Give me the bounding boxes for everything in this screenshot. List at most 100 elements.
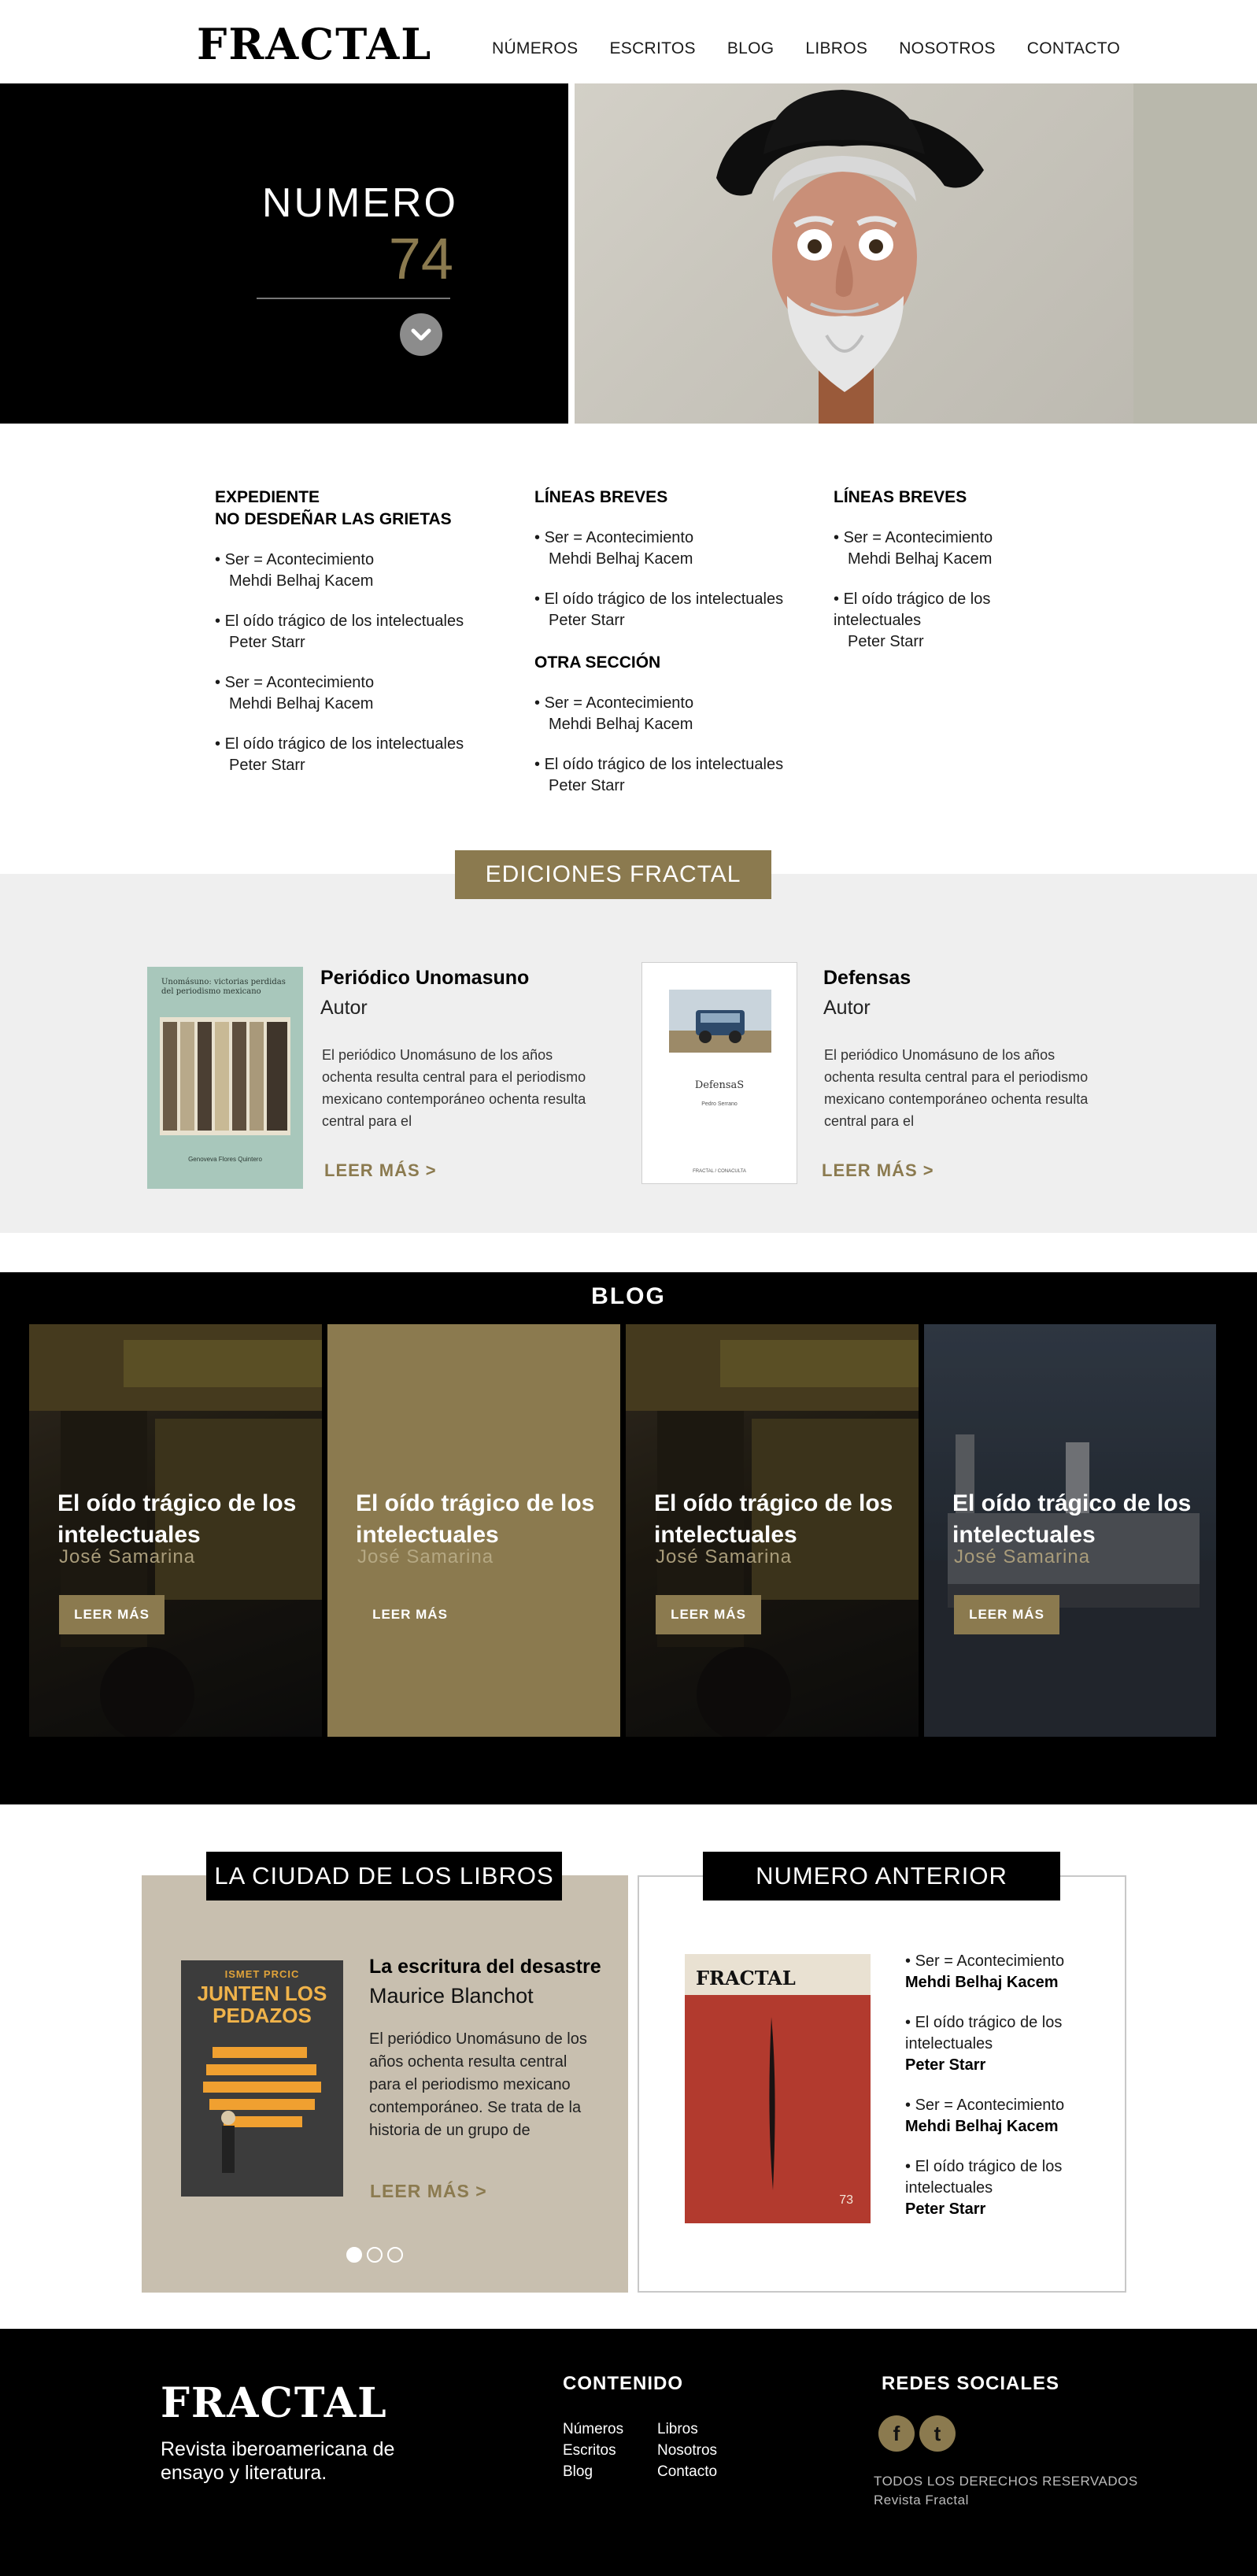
hero-issue-panel: NUMERO 74	[0, 83, 568, 424]
list-item[interactable]: • El oído trágico de los intelectuales Pe…	[534, 589, 834, 631]
item-author: Mehdi Belhaj Kacem	[848, 550, 993, 568]
carousel-dot[interactable]	[367, 2247, 383, 2263]
footer-link-blog[interactable]: Blog	[563, 2461, 593, 2482]
blog-card[interactable]: El oído trágico de los intelectuales Jos…	[626, 1324, 919, 1737]
footer-contenido-heading: CONTENIDO	[563, 2373, 683, 2394]
item-author: Mehdi Belhaj Kacem	[549, 550, 693, 568]
item-title: Ser = Acontecimiento	[224, 551, 375, 568]
item-author: Peter Starr	[229, 634, 305, 651]
list-item[interactable]: • El oído trágico de los intelectuales Pe…	[215, 611, 514, 653]
copyright-line: TODOS LOS DERECHOS RESERVADOS	[874, 2474, 1138, 2489]
issue-index: EXPEDIENTE NO DESDEÑAR LAS GRIETAS • Ser…	[0, 424, 1257, 874]
blog-heading: BLOG	[591, 1283, 666, 1309]
book-description: El periódico Unomásuno de los años ochen…	[322, 1047, 586, 1129]
footer-tagline: Revista iberoamericana de ensayo y liter…	[161, 2438, 395, 2484]
item-author: Peter Starr	[229, 757, 305, 774]
section-heading: EXPEDIENTE	[215, 488, 320, 506]
blog-card[interactable]: El oído trágico de los intelectuales Jos…	[29, 1324, 322, 1737]
list-item[interactable]: • Ser = Acontecimiento Mehdi Belhaj Kacem	[534, 527, 834, 570]
item-title: Ser = Acontecimiento	[224, 674, 375, 691]
item-title: El oído trágico de los intelectuales	[905, 2014, 1063, 2052]
scroll-down-button[interactable]	[400, 313, 442, 356]
book-description: El periódico Unomásuno de los años ochen…	[824, 1047, 1089, 1129]
blog-card[interactable]: El oído trágico de los intelectuales Jos…	[924, 1324, 1216, 1737]
facebook-icon[interactable]: f	[878, 2415, 915, 2452]
footer-link-contacto[interactable]: Contacto	[657, 2461, 717, 2482]
book-author: Autor	[823, 997, 871, 1019]
previous-issue-cover[interactable]: FRACTAL 73	[685, 1954, 871, 2223]
section-subheading: NO DESDEÑAR LAS GRIETAS	[215, 510, 452, 528]
nav-numeros[interactable]: NÚMEROS	[492, 39, 578, 58]
book-title[interactable]: Defensas	[823, 967, 911, 990]
nav-blog[interactable]: BLOG	[727, 39, 775, 58]
read-more-button[interactable]: LEER MÁS	[357, 1595, 463, 1634]
ciudad-heading: LA CIUDAD DE LOS LIBROS	[206, 1852, 562, 1901]
item-author: Mehdi Belhaj Kacem	[905, 2118, 1059, 2135]
list-item[interactable]: • Ser = Acontecimiento Mehdi Belhaj Kacem	[905, 1951, 1110, 1993]
hero-image	[575, 83, 1257, 424]
read-more-button[interactable]: LEER MÁS	[954, 1595, 1059, 1634]
book-title[interactable]: La escritura del desastre	[369, 1956, 601, 1978]
list-item[interactable]: • El oído trágico de los intelectuales Pe…	[905, 2156, 1110, 2220]
item-title: El oído trágico de los intelectuales	[224, 735, 464, 753]
footer-link-numeros[interactable]: Números	[563, 2419, 623, 2440]
list-item[interactable]: • Ser = Acontecimiento Mehdi Belhaj Kacem	[905, 2095, 1110, 2137]
footer-link-libros[interactable]: Libros	[657, 2419, 698, 2440]
index-column-lineas-breves-2: LÍNEAS BREVES • Ser = Acontecimiento Mehd…	[834, 487, 1015, 653]
nav-libros[interactable]: LIBROS	[805, 39, 867, 58]
footer-link-nosotros[interactable]: Nosotros	[657, 2440, 717, 2461]
item-author: Peter Starr	[549, 777, 625, 794]
blog-section: BLOG El oído trágico de los intelectuale…	[0, 1272, 1257, 1804]
list-item[interactable]: • El oído trágico de los intelectuales Pe…	[534, 754, 834, 797]
hero-issue-number: 74	[388, 226, 453, 291]
copyright-line: Revista Fractal	[874, 2493, 969, 2508]
nav-nosotros[interactable]: NOSOTROS	[899, 39, 996, 58]
previous-issue-list: • Ser = Acontecimiento Mehdi Belhaj Kacem…	[905, 1951, 1110, 2239]
item-title: Ser = Acontecimiento	[843, 529, 993, 546]
carousel-dots	[346, 2247, 403, 2263]
logo[interactable]: FRACTAL	[197, 19, 432, 69]
book-cover-junten[interactable]: ISMET PRCIC JUNTEN LOS PEDAZOS	[181, 1960, 343, 2197]
read-more-button[interactable]: LEER MÁS	[656, 1595, 761, 1634]
read-more-button[interactable]: LEER MÁS	[59, 1595, 165, 1634]
nav-contacto[interactable]: CONTACTO	[1027, 39, 1120, 58]
blog-card[interactable]: El oído trágico de los intelectuales Jos…	[327, 1324, 620, 1737]
list-item[interactable]: • Ser = Acontecimiento Mehdi Belhaj Kacem	[534, 693, 834, 735]
list-item[interactable]: • El oído trágico de los intelectuales Pe…	[215, 734, 514, 776]
carousel-dot[interactable]	[346, 2247, 362, 2263]
section-heading: LÍNEAS BREVES	[534, 488, 668, 506]
read-more-link[interactable]: LEER MÁS >	[822, 1160, 934, 1181]
list-item[interactable]: • Ser = Acontecimiento Mehdi Belhaj Kacem	[834, 527, 1015, 570]
book-author: Autor	[320, 997, 368, 1019]
item-author: Peter Starr	[905, 2200, 986, 2218]
book-description: El periódico Unomásuno de los años ochen…	[369, 2030, 587, 2139]
item-author: Peter Starr	[905, 2056, 986, 2074]
book-cover-unomasuno[interactable]: Unomásuno: victorias perdidas del period…	[147, 967, 303, 1189]
item-author: Mehdi Belhaj Kacem	[229, 572, 374, 590]
item-author: Mehdi Belhaj Kacem	[229, 695, 374, 712]
list-item[interactable]: • El oído trágico de los intelectuales Pe…	[834, 589, 1015, 653]
book-title[interactable]: Periódico Unomasuno	[320, 967, 529, 990]
item-title: El oído trágico de los intelectuales	[544, 756, 784, 773]
list-item[interactable]: • Ser = Acontecimiento Mehdi Belhaj Kacem	[215, 550, 514, 592]
item-title: Ser = Acontecimiento	[915, 1952, 1065, 1970]
main-nav: NÚMEROS ESCRITOS BLOG LIBROS NOSOTROS CO…	[492, 39, 1152, 58]
read-more-link[interactable]: LEER MÁS >	[324, 1160, 437, 1181]
carousel-dot[interactable]	[387, 2247, 403, 2263]
blog-card-title: El oído trágico de los intelectuales	[654, 1490, 893, 1548]
index-column-expediente: EXPEDIENTE NO DESDEÑAR LAS GRIETAS • Ser…	[215, 487, 514, 776]
nav-escritos[interactable]: ESCRITOS	[609, 39, 695, 58]
index-column-lineas-breves: LÍNEAS BREVES • Ser = Acontecimiento Mehd…	[534, 487, 834, 797]
hero-title: NUMERO	[261, 180, 458, 226]
cover-issue-number: 73	[839, 2193, 853, 2207]
footer-link-escritos[interactable]: Escritos	[563, 2440, 616, 2461]
footer-logo[interactable]: FRACTAL	[161, 2379, 388, 2427]
quixote-figure-illustration	[716, 90, 984, 424]
twitter-icon[interactable]: t	[919, 2415, 956, 2452]
cover-title: DefensaS	[694, 1079, 745, 1091]
read-more-link[interactable]: LEER MÁS >	[370, 2181, 487, 2202]
list-item[interactable]: • El oído trágico de los intelectuales Pe…	[905, 2012, 1110, 2076]
book-cover-defensas[interactable]: DefensaS Pedro Serrano FRACTAL / CONACUL…	[641, 962, 797, 1184]
item-author: Peter Starr	[848, 633, 924, 650]
list-item[interactable]: • Ser = Acontecimiento Mehdi Belhaj Kacem	[215, 672, 514, 715]
